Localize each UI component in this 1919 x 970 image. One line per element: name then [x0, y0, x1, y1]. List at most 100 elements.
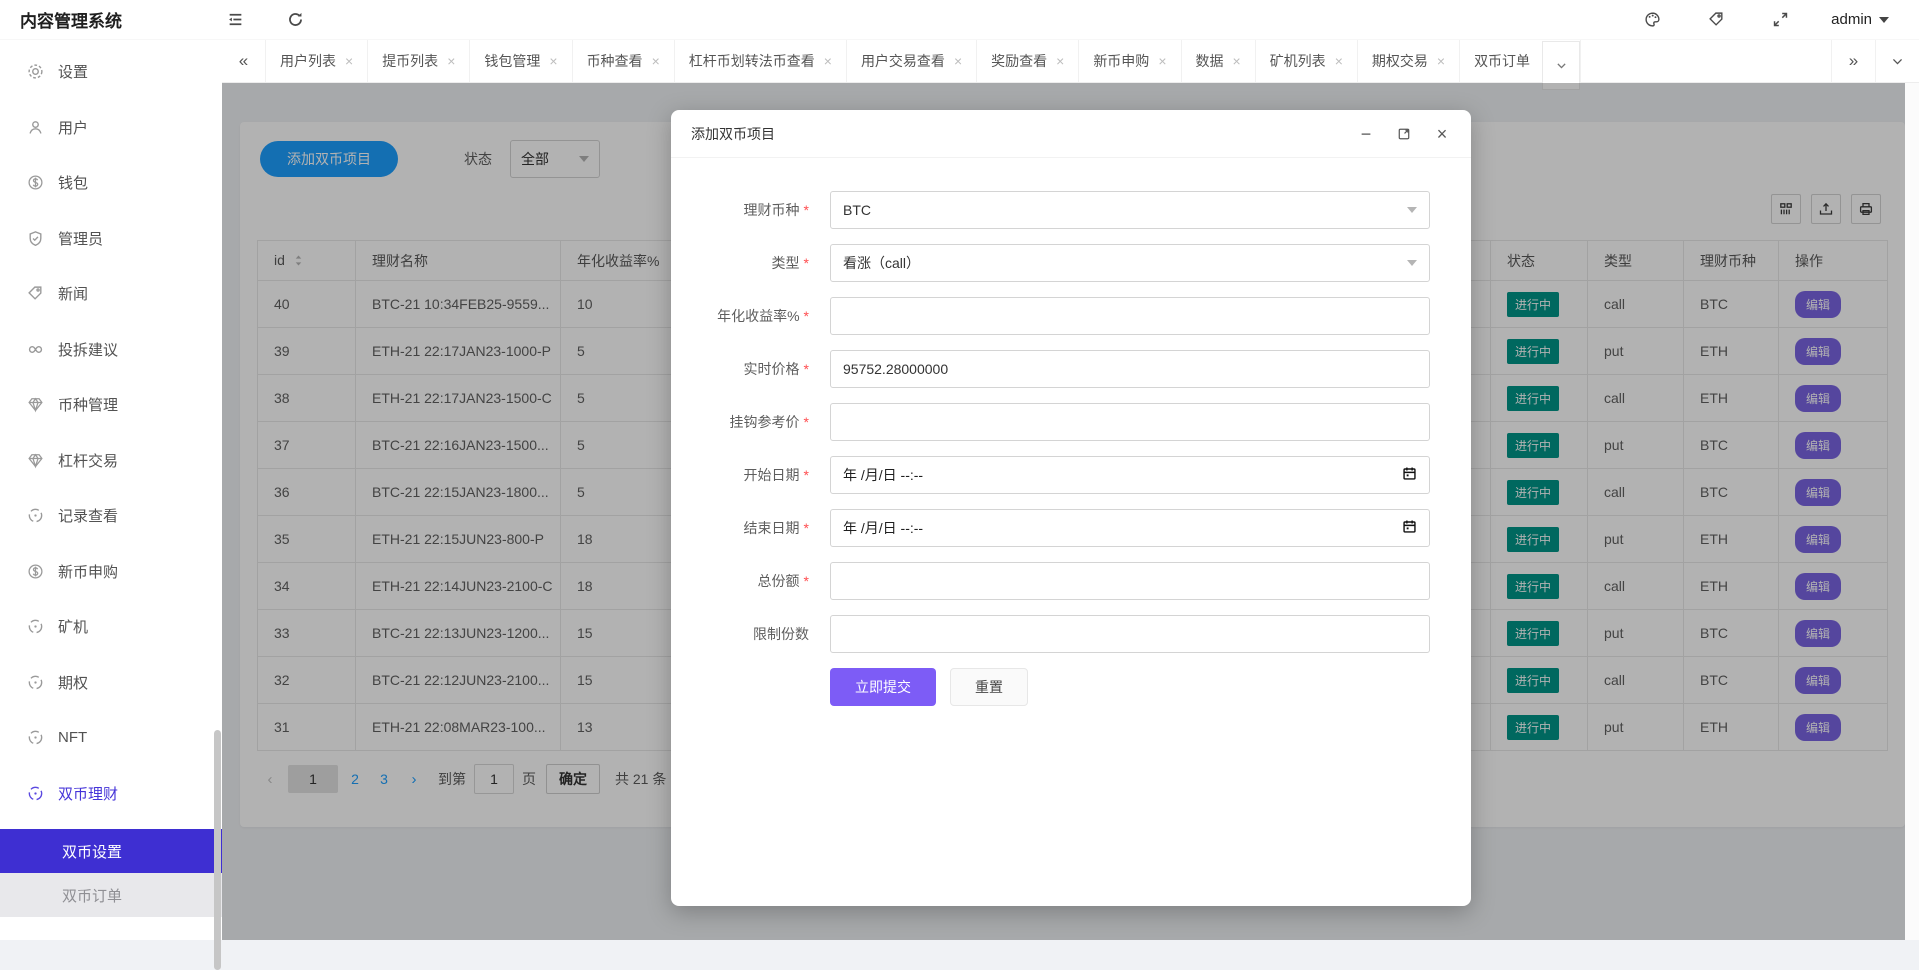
form-field-row: 年化收益率%* — [671, 297, 1471, 335]
tab-item[interactable]: 用户交易查看× — [847, 40, 977, 82]
tab-item[interactable]: 数据 × — [1182, 40, 1256, 82]
form-field-row: 类型* 看涨（call） — [671, 244, 1471, 282]
content-scrollbar-track[interactable] — [1905, 83, 1919, 940]
tab-item[interactable]: 提币列表× — [368, 40, 470, 82]
field-datetime[interactable]: 年 /月/日 --:-- — [830, 509, 1430, 547]
form-field-row: 挂钩参考价* — [671, 403, 1471, 441]
field-input[interactable] — [830, 350, 1430, 388]
field-label-text: 挂钩参考价 — [730, 414, 800, 430]
tab-label: 数据 — [1196, 51, 1224, 71]
fullscreen-icon[interactable] — [1767, 7, 1793, 33]
field-label-text: 限制份数 — [753, 626, 809, 642]
sidebar-item[interactable]: 杠杆交易 — [0, 433, 222, 489]
username: admin — [1831, 11, 1872, 28]
theme-palette-icon[interactable] — [1639, 7, 1665, 33]
required-asterisk: * — [804, 520, 809, 536]
select-value: 看涨（call） — [843, 253, 920, 273]
calendar-icon[interactable] — [1402, 519, 1417, 537]
submit-button[interactable]: 立即提交 — [830, 668, 936, 706]
required-asterisk: * — [804, 414, 809, 430]
tab-close-icon[interactable]: × — [1233, 54, 1241, 68]
tab-close-icon[interactable]: × — [345, 54, 353, 68]
tab-label: 双币订单 — [1474, 51, 1530, 71]
field-label: 类型* — [671, 244, 821, 282]
sidebar-item-label: 期权 — [58, 672, 88, 693]
add-dual-project-modal: 添加双币项目 − × 理财币种*BTC类型*看涨（call）年化收益率%*实时价… — [671, 110, 1471, 906]
calendar-icon[interactable] — [1402, 466, 1417, 484]
sidebar-item[interactable]: 设置 — [0, 44, 222, 100]
form-field-row: 总份额* — [671, 562, 1471, 600]
field-label: 总份额* — [671, 562, 821, 600]
sidebar-subitem-label: 双币订单 — [62, 885, 122, 906]
circle-icon — [27, 785, 44, 802]
tab-item[interactable]: 新币申购 × — [1079, 40, 1181, 82]
tab-close-icon[interactable]: × — [1437, 54, 1445, 68]
tab-close-icon[interactable]: × — [824, 54, 832, 68]
sidebar-item[interactable]: NFT — [0, 710, 222, 766]
field-label: 实时价格* — [671, 350, 821, 388]
field-datetime[interactable]: 年 /月/日 --:-- — [830, 456, 1430, 494]
tabs-menu-button[interactable] — [1875, 40, 1919, 82]
field-input[interactable] — [830, 615, 1430, 653]
sidebar-item-label: NFT — [58, 729, 87, 746]
sidebar-item[interactable]: 矿机 — [0, 599, 222, 655]
required-asterisk: * — [804, 202, 809, 218]
tab-item[interactable]: 双币订单 — [1460, 40, 1581, 82]
tab-item[interactable]: 用户列表 × — [266, 40, 368, 82]
sidebar-menu: 设置用户钱包管理员新闻投拆建议币种管理杠杆交易记录查看新币申购矿机期权 NFT 双币… — [0, 40, 222, 917]
menu-collapse-icon[interactable] — [222, 7, 248, 33]
close-icon[interactable]: × — [1433, 125, 1451, 143]
tab-close-icon[interactable]: × — [954, 54, 962, 68]
tab-close-icon[interactable]: × — [1335, 54, 1343, 68]
sidebar-item[interactable]: 用户 — [0, 100, 222, 156]
tab-label: 期权交易 — [1372, 51, 1428, 71]
sidebar-subitem[interactable]: 双币订单 — [0, 873, 222, 917]
tab-bar: « 用户列表×提币列表×钱包管理×币种查看×杠杆币划转法币查看×用户交易查看×奖… — [222, 40, 1919, 83]
tabs-scroll-right-button[interactable]: » — [1831, 40, 1875, 82]
tab-item[interactable]: 钱包管理× — [470, 40, 572, 82]
tab-item[interactable]: 矿机列表× — [1256, 40, 1358, 82]
field-input[interactable] — [830, 562, 1430, 600]
refresh-icon[interactable] — [282, 7, 308, 33]
field-select[interactable]: BTC — [830, 191, 1430, 229]
minimize-icon[interactable]: − — [1357, 125, 1375, 143]
sidebar-item[interactable]: 币种管理 — [0, 377, 222, 433]
field-label-text: 结束日期 — [744, 520, 800, 536]
field-select[interactable]: 看涨（call） — [830, 244, 1430, 282]
datetime-value: 年 /月/日 --:-- — [843, 518, 923, 538]
tab-close-icon[interactable]: × — [1056, 54, 1064, 68]
field-input[interactable] — [830, 297, 1430, 335]
sidebar-item[interactable]: 管理员 — [0, 211, 222, 267]
reset-button[interactable]: 重置 — [950, 668, 1028, 706]
sidebar-item[interactable]: 期权 — [0, 655, 222, 711]
sidebar-item-label: 新闻 — [58, 283, 88, 304]
sidebar-item[interactable]: 记录查看 — [0, 488, 222, 544]
tab-close-icon[interactable]: × — [447, 54, 455, 68]
sidebar-item[interactable]: 新闻 — [0, 266, 222, 322]
user-menu[interactable]: admin — [1831, 11, 1889, 28]
tab-label: 新币申购 — [1093, 51, 1149, 71]
tab-item[interactable]: 杠杆币划转法币查看× — [675, 40, 847, 82]
maximize-icon[interactable] — [1395, 125, 1413, 143]
tab-close-icon[interactable]: × — [1158, 54, 1166, 68]
tab-item[interactable]: 奖励查看× — [977, 40, 1079, 82]
sidebar-item[interactable]: 新币申购 — [0, 544, 222, 600]
sidebar-item[interactable]: 投拆建议 — [0, 322, 222, 378]
tab-item[interactable]: 币种查看× — [573, 40, 675, 82]
sidebar-item[interactable]: 双币理财 — [0, 766, 222, 822]
field-input[interactable] — [830, 403, 1430, 441]
tabs-scroll-left-button[interactable]: « — [222, 40, 266, 82]
form-field-row: 限制份数 — [671, 615, 1471, 653]
tab-item[interactable]: 期权交易 × — [1358, 40, 1460, 82]
sidebar-subitem[interactable]: 双币设置 — [0, 829, 222, 873]
tab-label: 用户列表 — [280, 51, 336, 71]
sidebar-item-label: 记录查看 — [58, 505, 118, 526]
modal-title: 添加双币项目 — [691, 124, 775, 144]
tab-close-icon[interactable]: × — [549, 54, 557, 68]
sidebar-item[interactable]: 钱包 — [0, 155, 222, 211]
sidebar-scrollbar[interactable] — [214, 730, 221, 970]
field-label-text: 实时价格 — [744, 361, 800, 377]
tab-close-icon[interactable]: × — [652, 54, 660, 68]
tag-icon[interactable] — [1703, 7, 1729, 33]
field-label: 年化收益率%* — [671, 297, 821, 335]
